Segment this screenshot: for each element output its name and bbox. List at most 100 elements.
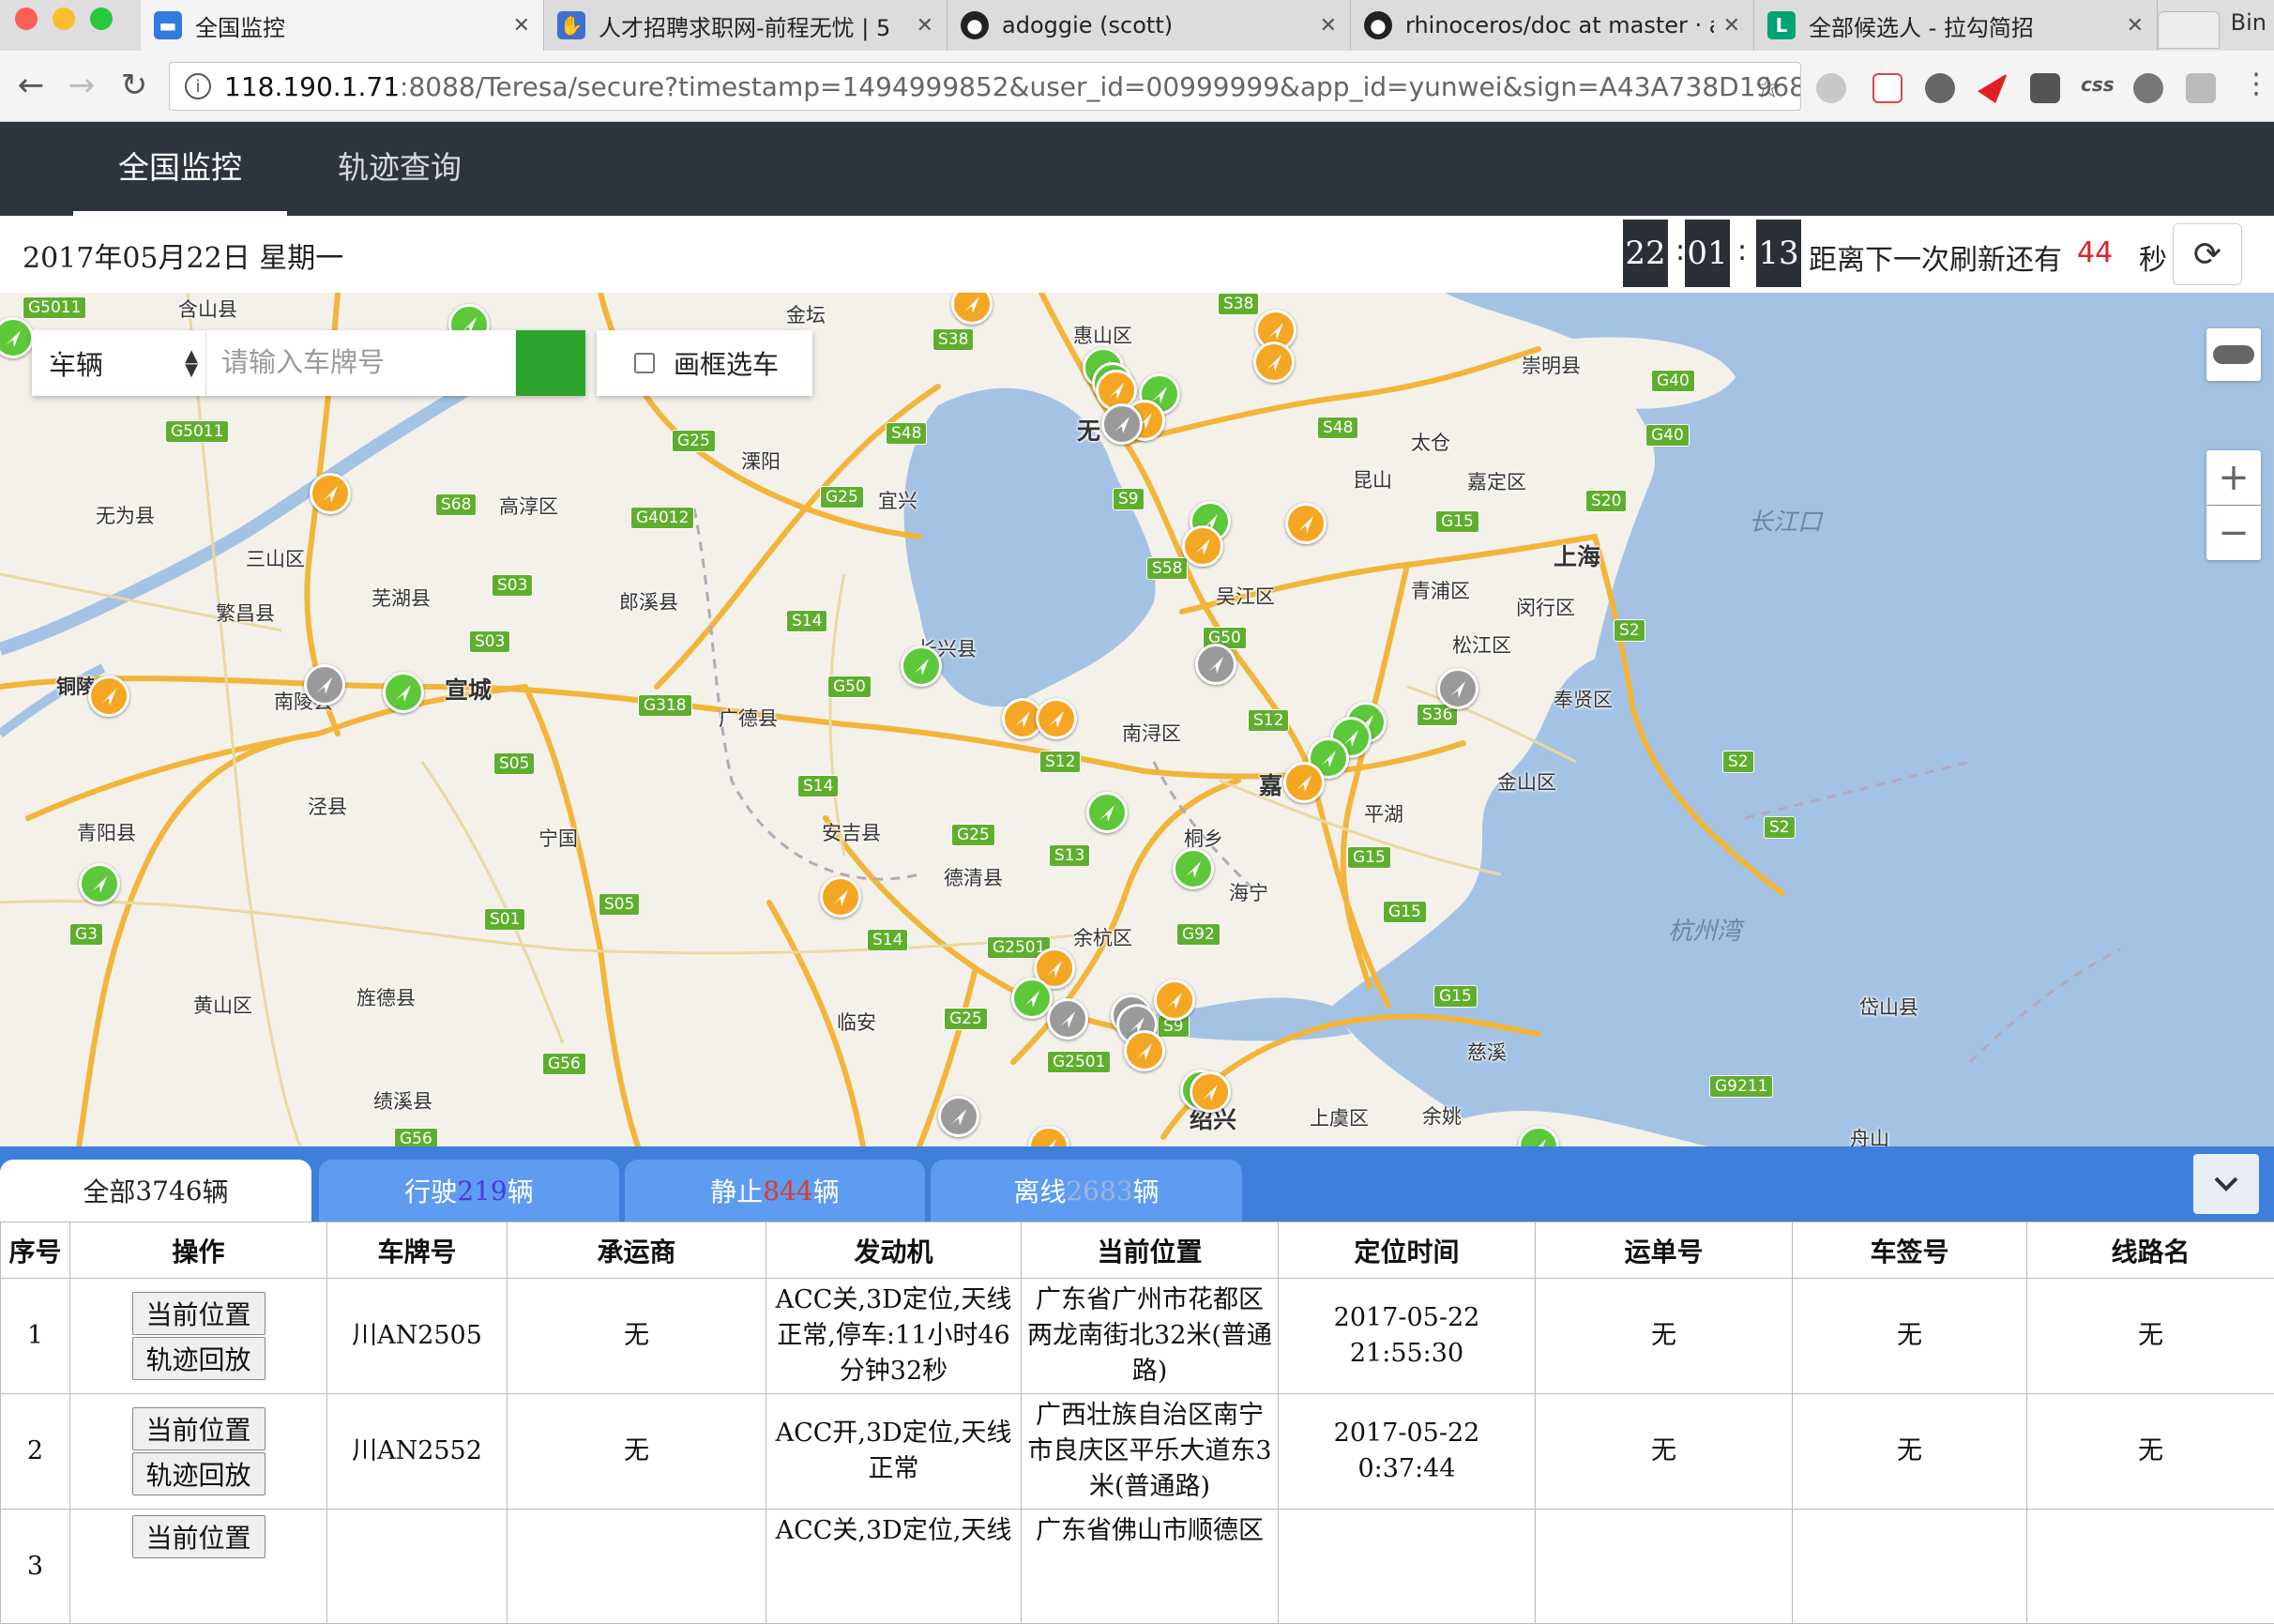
- collapse-panel-button[interactable]: [2193, 1154, 2259, 1214]
- vehicle-marker[interactable]: [1173, 848, 1214, 889]
- minimize-window-button[interactable]: [53, 8, 75, 30]
- bird-extension-icon[interactable]: [1978, 73, 2008, 103]
- vehicle-marker[interactable]: [1437, 668, 1478, 709]
- css-extension-icon[interactable]: css: [2081, 73, 2118, 103]
- box-select-toggle[interactable]: 画框选车: [597, 330, 812, 396]
- vehicle-marker[interactable]: [1086, 792, 1128, 833]
- info-bar: 2017年05月22日 星期一 22 : 01 : 13 距离下一次刷新还有 4…: [0, 216, 2274, 293]
- new-tab-button[interactable]: [2158, 11, 2220, 49]
- grid-extension-icon[interactable]: [2186, 73, 2216, 103]
- browser-tab-strip: ▬ 全国监控 ✕ ✋ 人才招聘求职网-前程无忧 | 5 ✕ ● adoggie …: [0, 0, 2274, 51]
- map-place-label: 上海: [1554, 539, 1600, 572]
- vehicle-marker[interactable]: [1101, 403, 1143, 445]
- vehicle-marker[interactable]: [1195, 644, 1236, 685]
- vehicle-marker[interactable]: [304, 664, 345, 706]
- nav-national-monitor[interactable]: 全国监控: [73, 122, 287, 216]
- col-header[interactable]: 承运商: [508, 1222, 766, 1279]
- globe-extension-icon[interactable]: [1816, 73, 1846, 103]
- close-icon[interactable]: ✕: [513, 14, 530, 38]
- bookmark-star-icon[interactable]: ☆: [1754, 69, 1781, 105]
- vehicle-marker[interactable]: [1182, 525, 1223, 567]
- vehicle-marker[interactable]: [1154, 979, 1195, 1021]
- map-view[interactable]: 含山县 无为县 三山区 繁昌县 芜湖县 铜陵 南陵县 宣城 泾县 青阳县 黄山区…: [0, 293, 2274, 1146]
- vehicle-marker[interactable]: [1036, 698, 1077, 739]
- tab-offline-vehicles[interactable]: 离线2683辆: [931, 1160, 1242, 1222]
- table-row[interactable]: 1 当前位置 轨迹回放 川AN2505 无 ACC关,3D定位,天线正常,停车:…: [1, 1279, 2274, 1394]
- col-header[interactable]: 运单号: [1536, 1222, 1793, 1279]
- close-icon[interactable]: ✕: [2127, 14, 2144, 38]
- map-place-label: 嘉定区: [1467, 467, 1526, 495]
- browser-tab-4[interactable]: ● rhinoceros/doc at master · a ✕: [1351, 0, 1754, 51]
- box-select-checkbox[interactable]: [634, 353, 655, 373]
- vehicle-marker[interactable]: [88, 675, 129, 717]
- close-icon[interactable]: ✕: [1320, 14, 1337, 38]
- navigation-arrow-icon: [99, 686, 119, 706]
- film-extension-icon[interactable]: [2133, 73, 2163, 103]
- col-header[interactable]: 序号: [1, 1222, 70, 1279]
- col-header[interactable]: 车签号: [1793, 1222, 2027, 1279]
- refresh-button[interactable]: ⟳: [2173, 223, 2242, 285]
- forward-icon[interactable]: →: [60, 64, 103, 107]
- nav-track-query[interactable]: 轨迹查询: [293, 122, 507, 216]
- col-header[interactable]: 车牌号: [327, 1222, 508, 1279]
- locate-button[interactable]: 当前位置: [132, 1292, 265, 1335]
- vehicle-marker[interactable]: [1124, 1030, 1165, 1071]
- browser-tab-1[interactable]: ▬ 全国监控 ✕: [141, 0, 544, 51]
- vehicle-marker[interactable]: [1253, 341, 1295, 383]
- table-row[interactable]: 2 当前位置 轨迹回放 川AN2552 无 ACC开,3D定位,天线正常 广西壮…: [1, 1394, 2274, 1510]
- calendar-extension-icon[interactable]: [1872, 73, 1903, 103]
- col-header[interactable]: 定位时间: [1279, 1222, 1536, 1279]
- road-shield: S68: [435, 493, 477, 516]
- info-icon[interactable]: i: [185, 73, 211, 99]
- tab-count: 2683: [1066, 1176, 1132, 1207]
- map-place-label: 青阳县: [77, 818, 136, 846]
- vehicle-marker[interactable]: [1283, 762, 1325, 803]
- vehicle-marker[interactable]: [820, 876, 861, 918]
- road-shield: S58: [1146, 557, 1188, 580]
- locate-button[interactable]: 当前位置: [132, 1515, 265, 1558]
- vehicle-marker[interactable]: [383, 672, 424, 713]
- browser-tab-3[interactable]: ● adoggie (scott) ✕: [948, 0, 1351, 51]
- vehicle-marker[interactable]: [1190, 1071, 1231, 1113]
- lagou-icon: L: [1767, 11, 1796, 39]
- profile-name[interactable]: Bin: [2231, 9, 2266, 36]
- close-icon[interactable]: ✕: [917, 14, 933, 38]
- map-layers-button[interactable]: [2206, 328, 2261, 381]
- jb-extension-icon[interactable]: [2030, 73, 2060, 103]
- search-button[interactable]: [516, 330, 585, 396]
- vehicle-marker[interactable]: [901, 645, 942, 687]
- menu-icon[interactable]: ⋮: [2242, 68, 2270, 100]
- plus-icon: +: [2218, 456, 2250, 499]
- browser-tab-5[interactable]: L 全部候选人 - 拉勾简招 ✕: [1754, 0, 2158, 51]
- browser-tab-2[interactable]: ✋ 人才招聘求职网-前程无忧 | 5 ✕: [544, 0, 948, 51]
- address-bar[interactable]: i 118.190.1.71:8088/Teresa/secure?timest…: [169, 62, 1801, 111]
- road-shield: G15: [1347, 846, 1391, 869]
- spiral-extension-icon[interactable]: [1925, 73, 1955, 103]
- track-playback-button[interactable]: 轨迹回放: [132, 1452, 265, 1495]
- back-icon[interactable]: ←: [9, 64, 53, 107]
- zoom-out-button[interactable]: −: [2206, 506, 2261, 560]
- zoom-window-button[interactable]: [90, 8, 113, 30]
- col-header[interactable]: 线路名: [2027, 1222, 2274, 1279]
- close-icon[interactable]: ✕: [1723, 14, 1740, 38]
- vehicle-marker[interactable]: [1011, 978, 1053, 1019]
- tab-stopped-vehicles[interactable]: 静止844辆: [625, 1160, 925, 1222]
- zoom-in-button[interactable]: +: [2206, 450, 2261, 505]
- locate-button[interactable]: 当前位置: [132, 1407, 265, 1450]
- table-row[interactable]: 3 当前位置 ACC关,3D定位,天线 广东省佛山市顺德区: [1, 1510, 2274, 1624]
- plate-search-input[interactable]: [206, 330, 516, 396]
- col-header[interactable]: 发动机: [766, 1222, 1022, 1279]
- vehicle-marker[interactable]: [310, 473, 351, 514]
- close-window-button[interactable]: [15, 8, 38, 30]
- tab-moving-vehicles[interactable]: 行驶219辆: [319, 1160, 619, 1222]
- vehicle-marker[interactable]: [1285, 503, 1326, 544]
- vehicle-marker[interactable]: [938, 1096, 979, 1137]
- navigation-arrow-icon: [1205, 654, 1226, 675]
- vehicle-marker[interactable]: [79, 863, 120, 904]
- track-playback-button[interactable]: 轨迹回放: [132, 1337, 265, 1380]
- tab-all-vehicles[interactable]: 全部3746辆: [0, 1160, 311, 1222]
- reload-icon[interactable]: ↻: [113, 64, 156, 107]
- col-header[interactable]: 操作: [70, 1222, 327, 1279]
- vehicle-marker[interactable]: [1047, 998, 1088, 1040]
- col-header[interactable]: 当前位置: [1022, 1222, 1279, 1279]
